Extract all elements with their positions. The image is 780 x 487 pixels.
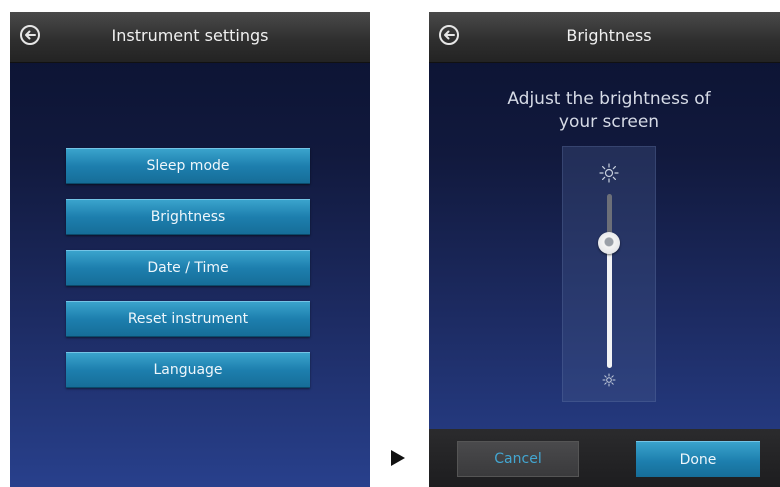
cancel-button[interactable]: Cancel: [457, 441, 579, 477]
brightness-slider-fill: [607, 242, 612, 368]
sleep-mode-button[interactable]: Sleep mode: [66, 148, 310, 184]
date-time-button[interactable]: Date / Time: [66, 250, 310, 286]
title-bar: Instrument settings: [10, 12, 370, 63]
brightness-slider-track[interactable]: [607, 194, 612, 368]
brightness-slider-panel: [562, 146, 656, 402]
done-button[interactable]: Done: [636, 441, 760, 477]
prompt-line-2: your screen: [558, 112, 660, 132]
sun-dim-icon: [602, 373, 616, 387]
sun-bright-icon: [599, 163, 619, 183]
arrow-right-triangle-icon: [391, 450, 405, 466]
action-bar: Cancel Done: [429, 429, 780, 487]
page-title: Instrument settings: [111, 26, 269, 45]
page-title: Brightness: [566, 26, 652, 45]
reset-instrument-button[interactable]: Reset instrument: [66, 301, 310, 337]
brightness-screen: Brightness Adjust the brightness of your…: [429, 12, 780, 487]
brightness-button[interactable]: Brightness: [66, 199, 310, 235]
language-button[interactable]: Language: [66, 352, 310, 388]
brightness-prompt: Adjust the brightness of your screen: [429, 88, 780, 134]
title-bar: Brightness: [429, 12, 780, 63]
brightness-slider-knob[interactable]: [598, 231, 620, 254]
instrument-settings-screen: Instrument settings Sleep mode Brightnes…: [10, 12, 370, 487]
prompt-line-1: Adjust the brightness of: [507, 89, 711, 109]
